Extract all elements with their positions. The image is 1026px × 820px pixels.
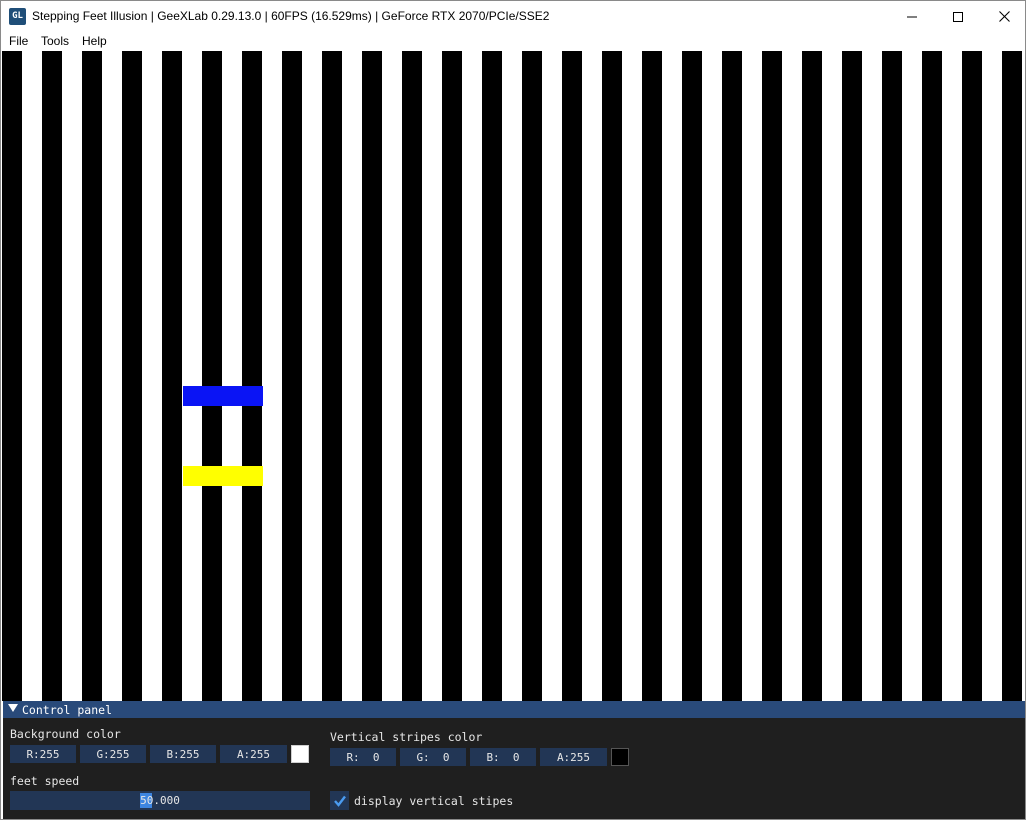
stripe-17	[682, 51, 702, 701]
close-button[interactable]	[981, 1, 1026, 32]
menu-tools[interactable]: Tools	[41, 34, 69, 48]
stripe-25	[1002, 51, 1022, 701]
stripe-19	[762, 51, 782, 701]
stripe-14	[562, 51, 582, 701]
background-b-field[interactable]: B:255	[150, 745, 216, 763]
title-bar[interactable]: GL Stepping Feet Illusion | GeeXLab 0.29…	[1, 1, 1025, 32]
stripes-color-label: Vertical stripes color	[330, 730, 483, 744]
stripe-2	[82, 51, 102, 701]
stripe-21	[842, 51, 862, 701]
checkmark-icon	[333, 795, 346, 807]
stripe-9	[362, 51, 382, 701]
menu-file[interactable]: File	[9, 34, 28, 48]
minimize-button[interactable]	[889, 1, 935, 32]
stripes-g-field[interactable]: G: 0	[400, 748, 466, 766]
yellow-foot	[183, 466, 263, 486]
background-a-field[interactable]: A:255	[220, 745, 287, 763]
background-g-field[interactable]: G:255	[80, 745, 146, 763]
stripe-6	[242, 51, 262, 701]
display-stripes-checkbox[interactable]	[330, 791, 349, 810]
background-r-field[interactable]: R:255	[10, 745, 76, 763]
stripe-7	[282, 51, 302, 701]
blue-foot	[183, 386, 263, 406]
stripe-23	[922, 51, 942, 701]
stripe-4	[162, 51, 182, 701]
stripe-20	[802, 51, 822, 701]
stripe-0	[2, 51, 22, 701]
app-window: GL Stepping Feet Illusion | GeeXLab 0.29…	[0, 0, 1026, 820]
minimize-icon	[907, 16, 917, 17]
vertical-stripes	[2, 51, 1022, 701]
stripes-a-field[interactable]: A:255	[540, 748, 607, 766]
window-title: Stepping Feet Illusion | GeeXLab 0.29.13…	[32, 9, 550, 23]
stripe-16	[642, 51, 662, 701]
geexlab-logo-icon: GL	[9, 8, 26, 25]
background-color-swatch[interactable]	[291, 745, 309, 763]
control-panel-title: Control panel	[22, 703, 113, 717]
stripe-22	[882, 51, 902, 701]
close-icon	[998, 11, 1010, 22]
stripe-11	[442, 51, 462, 701]
maximize-button[interactable]	[935, 1, 981, 32]
feet-speed-label: feet speed	[10, 774, 80, 788]
stripe-10	[402, 51, 422, 701]
control-panel: Control panel Background color R:255 G:2…	[3, 701, 1025, 819]
stripes-r-field[interactable]: R: 0	[330, 748, 396, 766]
menu-help[interactable]: Help	[82, 34, 107, 48]
stripe-13	[522, 51, 542, 701]
stripe-24	[962, 51, 982, 701]
stripe-12	[482, 51, 502, 701]
feet-speed-value: 50.000	[140, 794, 180, 807]
triangle-down-icon[interactable]	[8, 703, 18, 713]
menu-bar: File Tools Help	[1, 32, 1025, 51]
control-panel-header[interactable]: Control panel	[3, 701, 1025, 718]
stripe-1	[42, 51, 62, 701]
stripes-color-swatch[interactable]	[611, 748, 629, 766]
background-color-label: Background color	[10, 727, 121, 741]
display-stripes-label: display vertical stipes	[354, 794, 514, 808]
stripe-18	[722, 51, 742, 701]
stripes-b-field[interactable]: B: 0	[470, 748, 536, 766]
stripe-5	[202, 51, 222, 701]
stripe-3	[122, 51, 142, 701]
feet-speed-slider[interactable]: 50.000	[10, 791, 310, 810]
maximize-icon	[953, 11, 963, 22]
stripe-15	[602, 51, 622, 701]
stripe-8	[322, 51, 342, 701]
render-viewport[interactable]	[2, 51, 1025, 701]
